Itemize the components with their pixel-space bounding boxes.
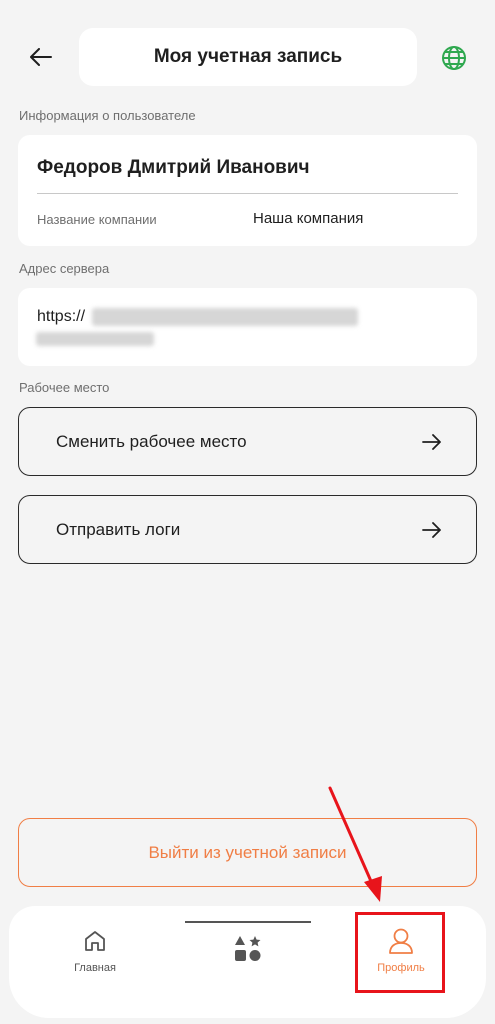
change-workplace-button[interactable]: Сменить рабочее место	[18, 407, 477, 476]
nav-item-home[interactable]: Главная	[40, 920, 150, 990]
annotation-highlight-box	[355, 912, 445, 993]
company-value: Наша компания	[253, 210, 364, 227]
arrow-right-icon	[422, 521, 441, 538]
globe-icon	[442, 46, 466, 70]
nav-item-apps[interactable]	[193, 920, 303, 990]
logout-button[interactable]: Выйти из учетной записи	[18, 818, 477, 887]
home-icon	[85, 931, 105, 951]
user-info-section-label: Информация о пользователе	[19, 108, 196, 123]
user-full-name: Федоров Дмитрий Иванович	[37, 157, 310, 178]
annotation-arrow	[328, 786, 382, 902]
workplace-section-label: Рабочее место	[19, 380, 110, 395]
arrow-left-icon	[30, 48, 52, 66]
change-workplace-label: Сменить рабочее место	[56, 431, 247, 451]
send-logs-button[interactable]: Отправить логи	[18, 495, 477, 564]
server-url-prefix: https://	[37, 308, 86, 325]
redacted-server-url-line2	[36, 332, 154, 346]
apps-icon	[235, 936, 261, 961]
page-title: Моя учетная запись	[79, 28, 417, 86]
divider	[37, 193, 458, 194]
user-info-card: Федоров Дмитрий Иванович Название компан…	[18, 135, 477, 246]
server-card: https://	[18, 288, 477, 366]
redacted-server-url	[92, 308, 358, 326]
back-button[interactable]	[24, 40, 58, 74]
arrow-right-icon	[422, 433, 441, 450]
language-button[interactable]	[438, 42, 470, 74]
nav-item-home-label: Главная	[74, 962, 116, 974]
send-logs-label: Отправить логи	[56, 519, 181, 539]
server-section-label: Адрес сервера	[19, 261, 110, 276]
company-label: Название компании	[37, 212, 157, 227]
